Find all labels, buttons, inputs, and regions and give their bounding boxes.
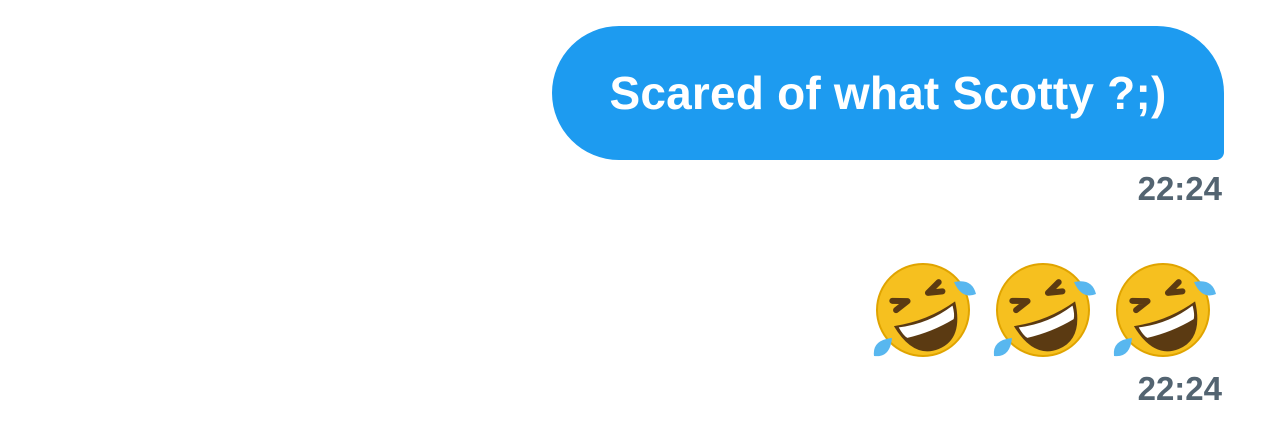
rolling-on-floor-laughing-icon xyxy=(1108,260,1218,360)
rolling-on-floor-laughing-icon xyxy=(988,260,1098,360)
message-text: Scared of what Scotty ?;) xyxy=(609,67,1167,119)
sent-message-bubble[interactable]: Scared of what Scotty ?;) xyxy=(552,26,1224,160)
rolling-on-floor-laughing-icon xyxy=(868,260,978,360)
message-timestamp: 22:24 xyxy=(1137,170,1222,207)
emoji-message[interactable] xyxy=(868,260,1218,360)
message-timestamp: 22:24 xyxy=(1137,370,1222,407)
message-thread: Scared of what Scotty ?;) 22:24 22:24 xyxy=(0,0,1284,426)
